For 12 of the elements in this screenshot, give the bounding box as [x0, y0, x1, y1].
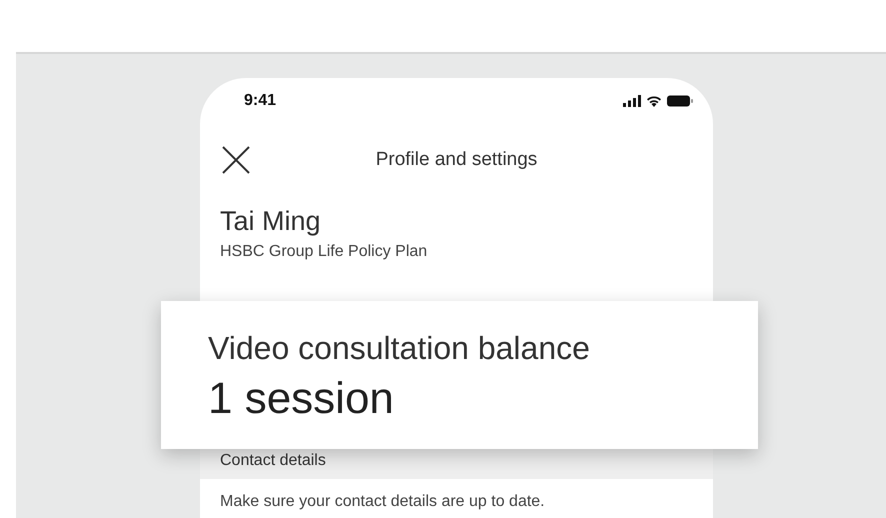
section-heading: Contact details — [220, 452, 326, 470]
section-text: Make sure your contact details are up to date. — [219, 492, 546, 511]
profile-name: Tai Ming — [220, 206, 322, 237]
battery-icon — [667, 95, 693, 107]
callout-label: Video consultation balance — [208, 330, 591, 366]
wifi-icon — [646, 95, 662, 107]
screen-title: Profile and settings — [374, 149, 538, 171]
close-button[interactable] — [220, 144, 252, 176]
policy-plan: HSBC Group Life Policy Plan — [220, 243, 428, 261]
callout-value: 1 session — [208, 376, 395, 420]
signal-icon — [623, 95, 641, 107]
status-time: 9:41 — [244, 92, 276, 110]
